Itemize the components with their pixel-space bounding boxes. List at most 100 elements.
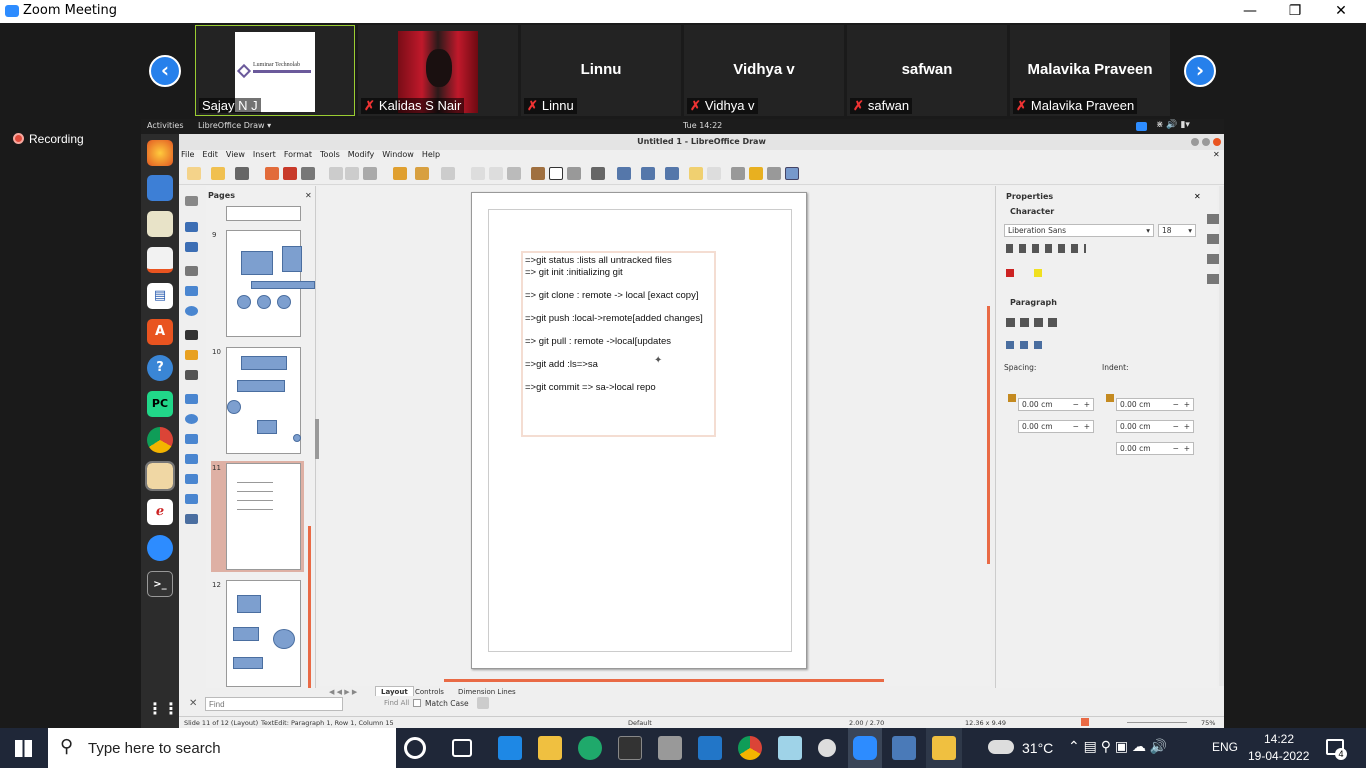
thunderbird-icon[interactable]: [147, 175, 173, 201]
taskbar-search[interactable]: ⚲ Type here to search: [48, 728, 396, 768]
app-icon[interactable]: ℯ: [147, 499, 173, 525]
above-paragraph-spacing[interactable]: 0.00 cm − +: [1018, 398, 1094, 411]
close-find-icon[interactable]: ✕: [189, 698, 197, 709]
curve-icon[interactable]: [185, 350, 198, 360]
mail-icon[interactable]: [498, 736, 522, 760]
textbox-icon[interactable]: [549, 167, 563, 180]
calculator-icon[interactable]: [658, 736, 682, 760]
lo-maximize-button[interactable]: [1202, 138, 1210, 146]
list-icons[interactable]: [1006, 341, 1046, 349]
app-menu[interactable]: LibreOffice Draw ▾: [198, 121, 271, 130]
image-icon[interactable]: [531, 167, 545, 180]
minimize-button[interactable]: —: [1235, 2, 1265, 20]
participant-tile[interactable]: safwan ✗ safwan: [847, 25, 1007, 116]
menu-file[interactable]: File: [181, 150, 194, 159]
page-thumbnail[interactable]: [226, 347, 301, 454]
menu-modify[interactable]: Modify: [348, 150, 375, 159]
chrome-icon[interactable]: [147, 427, 173, 453]
page-thumbnail[interactable]: [226, 580, 301, 687]
after-text-indent[interactable]: 0.00 cm − +: [1116, 420, 1194, 433]
ellipse-icon[interactable]: [185, 306, 198, 316]
pycharm-icon[interactable]: PC: [147, 391, 173, 417]
font-color-icon[interactable]: [1006, 269, 1014, 277]
flowchart-icon[interactable]: [185, 454, 198, 464]
block-arrows-icon[interactable]: [185, 434, 198, 444]
highlight-color-icon[interactable]: [1034, 269, 1042, 277]
save-icon[interactable]: [235, 167, 249, 180]
points-icon[interactable]: [731, 167, 745, 180]
align-icon[interactable]: [617, 167, 631, 180]
cortana-icon[interactable]: [404, 737, 426, 759]
zoom-icon[interactable]: [507, 167, 521, 180]
shadow-icon[interactable]: [689, 167, 703, 180]
line-icon[interactable]: [185, 266, 198, 276]
file-explorer-icon[interactable]: [538, 736, 562, 760]
fill-color-icon[interactable]: [185, 242, 198, 252]
toggle-extrusion-icon[interactable]: [767, 167, 781, 180]
export-icon[interactable]: [265, 167, 279, 180]
sidebar-deck-icons[interactable]: [1207, 214, 1219, 294]
task-view-icon[interactable]: [452, 739, 472, 757]
zoom-taskbar-active[interactable]: [848, 728, 882, 768]
callouts-icon[interactable]: [185, 474, 198, 484]
zoom-slider[interactable]: [1127, 722, 1187, 723]
select-icon[interactable]: [185, 196, 198, 206]
zoom-tray-icon[interactable]: [1136, 122, 1147, 131]
character-format-icons[interactable]: [1006, 244, 1086, 253]
find-all-button[interactable]: Find All: [384, 699, 409, 707]
lo-close-button[interactable]: [1213, 138, 1221, 146]
clock[interactable]: Tue 14:22: [683, 121, 722, 130]
font-size-box[interactable]: 18 ▾: [1158, 224, 1196, 237]
cut-icon[interactable]: [329, 167, 343, 180]
export-pdf-icon[interactable]: [283, 167, 297, 180]
software-icon[interactable]: A: [147, 319, 173, 345]
vertical-scrollbar[interactable]: [987, 306, 990, 564]
stars-icon[interactable]: [185, 494, 198, 504]
photos-icon[interactable]: [892, 736, 916, 760]
transformations-icon[interactable]: [591, 167, 605, 180]
page-thumbnail[interactable]: [226, 206, 301, 221]
drawing-canvas[interactable]: =>git status :lists all untracked files …: [319, 186, 991, 686]
clock-time[interactable]: 14:22: [1264, 732, 1294, 746]
participant-tile[interactable]: ✗ Kalidas S Nair: [358, 25, 518, 116]
helplines-icon[interactable]: [489, 167, 503, 180]
3d-objects-icon[interactable]: [185, 514, 198, 524]
settings-icon[interactable]: [818, 739, 836, 757]
menu-format[interactable]: Format: [284, 150, 312, 159]
page-thumbnail-current[interactable]: [226, 463, 301, 570]
paste-icon[interactable]: [363, 167, 377, 180]
files-icon[interactable]: [147, 247, 173, 273]
glue-points-icon[interactable]: [749, 167, 763, 180]
find-replace-icon[interactable]: [477, 697, 489, 709]
line-color-icon[interactable]: [185, 222, 198, 232]
clock-date[interactable]: 19-04-2022: [1248, 749, 1309, 763]
close-document-icon[interactable]: ✕: [1213, 150, 1220, 159]
vscode-icon[interactable]: [698, 736, 722, 760]
symbol-shapes-icon[interactable]: [185, 414, 198, 424]
grid-icon[interactable]: [471, 167, 485, 180]
participant-tile[interactable]: Malavika Praveen ✗ Malavika Praveen: [1010, 25, 1170, 116]
rhythmbox-icon[interactable]: [147, 211, 173, 237]
input-language[interactable]: ENG: [1212, 740, 1238, 754]
clone-formatting-icon[interactable]: [393, 167, 407, 180]
draw-icon[interactable]: [145, 461, 175, 491]
match-case-checkbox[interactable]: [413, 699, 421, 707]
participant-tile[interactable]: Vidhya v ✗ Vidhya v: [684, 25, 844, 116]
basic-shapes-icon[interactable]: [185, 394, 198, 404]
zoom-level[interactable]: 75%: [1201, 719, 1215, 727]
copy-icon[interactable]: [345, 167, 359, 180]
connector-icon[interactable]: [185, 370, 198, 380]
close-sidebar-icon[interactable]: ✕: [1194, 192, 1201, 201]
arrow-icon[interactable]: [185, 330, 198, 340]
menu-insert[interactable]: Insert: [253, 150, 276, 159]
menu-edit[interactable]: Edit: [202, 150, 218, 159]
tab-nav-arrows[interactable]: ◀ ◀ ▶ ▶: [329, 688, 357, 696]
slide-page[interactable]: =>git status :lists all untracked files …: [471, 192, 807, 669]
undo-icon[interactable]: [415, 167, 429, 180]
participant-tile[interactable]: Linnu ✗ Linnu: [521, 25, 681, 116]
help-icon[interactable]: ?: [147, 355, 173, 381]
before-text-indent[interactable]: 0.00 cm − +: [1116, 398, 1194, 411]
recording-indicator[interactable]: Recording: [13, 132, 84, 146]
participant-tile[interactable]: Luminar Technolab Sajay N J: [195, 25, 355, 116]
new-icon[interactable]: [187, 167, 201, 180]
